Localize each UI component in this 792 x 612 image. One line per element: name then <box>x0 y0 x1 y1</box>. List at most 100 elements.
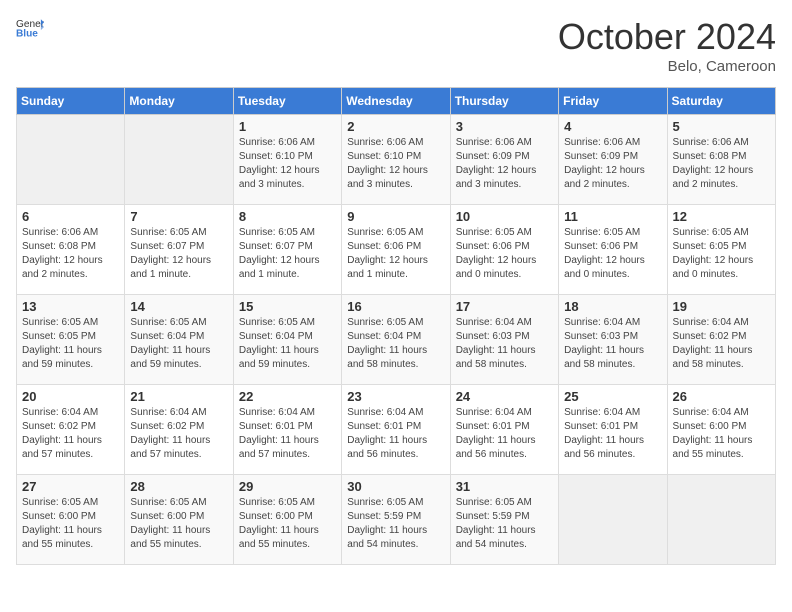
day-info: Sunrise: 6:05 AM Sunset: 5:59 PM Dayligh… <box>456 496 553 552</box>
day-info: Sunrise: 6:04 AM Sunset: 6:02 PM Dayligh… <box>673 316 770 372</box>
day-cell: 31 Sunrise: 6:05 AM Sunset: 5:59 PM Dayli… <box>450 475 558 565</box>
day-number: 22 <box>239 389 336 404</box>
weekday-header-monday: Monday <box>125 88 233 115</box>
day-number: 25 <box>564 389 661 404</box>
week-row-5: 27 Sunrise: 6:05 AM Sunset: 6:00 PM Dayli… <box>17 475 776 565</box>
day-info: Sunrise: 6:06 AM Sunset: 6:08 PM Dayligh… <box>673 136 770 192</box>
day-cell: 19 Sunrise: 6:04 AM Sunset: 6:02 PM Dayli… <box>667 295 775 385</box>
day-number: 17 <box>456 299 553 314</box>
day-cell: 27Sunrise: 6:05 AM Sunset: 6:00 PM Dayli… <box>17 475 125 565</box>
day-cell: 15 Sunrise: 6:05 AM Sunset: 6:04 PM Dayli… <box>233 295 341 385</box>
week-row-3: 13 Sunrise: 6:05 AM Sunset: 6:05 PM Dayli… <box>17 295 776 385</box>
day-info: Sunrise: 6:05 AM Sunset: 6:06 PM Dayligh… <box>456 226 553 282</box>
weekday-header-tuesday: Tuesday <box>233 88 341 115</box>
day-cell: 13 Sunrise: 6:05 AM Sunset: 6:05 PM Dayli… <box>17 295 125 385</box>
day-info: Sunrise: 6:05 AM Sunset: 6:04 PM Dayligh… <box>130 316 227 372</box>
day-cell: 17Sunrise: 6:04 AM Sunset: 6:03 PM Dayli… <box>450 295 558 385</box>
day-info: Sunrise: 6:06 AM Sunset: 6:10 PM Dayligh… <box>347 136 444 192</box>
day-number: 1 <box>239 119 336 134</box>
logo: General Blue <box>16 16 44 38</box>
day-info: Sunrise: 6:04 AM Sunset: 6:01 PM Dayligh… <box>239 406 336 462</box>
day-cell: 3 Sunrise: 6:06 AM Sunset: 6:09 PM Daylig… <box>450 115 558 205</box>
day-cell: 16 Sunrise: 6:05 AM Sunset: 6:04 PM Dayli… <box>342 295 450 385</box>
day-cell: 6 Sunrise: 6:06 AM Sunset: 6:08 PM Daylig… <box>17 205 125 295</box>
day-cell: 29Sunrise: 6:05 AM Sunset: 6:00 PM Dayli… <box>233 475 341 565</box>
day-info: Sunrise: 6:04 AM Sunset: 6:01 PM Dayligh… <box>564 406 661 462</box>
day-number: 7 <box>130 209 227 224</box>
day-cell: 18 Sunrise: 6:04 AM Sunset: 6:03 PM Dayli… <box>559 295 667 385</box>
day-cell: 12Sunrise: 6:05 AM Sunset: 6:05 PM Dayli… <box>667 205 775 295</box>
day-info: Sunrise: 6:05 AM Sunset: 6:06 PM Dayligh… <box>564 226 661 282</box>
weekday-header-saturday: Saturday <box>667 88 775 115</box>
day-number: 11 <box>564 209 661 224</box>
day-cell: 20 Sunrise: 6:04 AM Sunset: 6:02 PM Dayli… <box>17 385 125 475</box>
day-info: Sunrise: 6:05 AM Sunset: 6:07 PM Dayligh… <box>239 226 336 282</box>
day-number: 12 <box>673 209 770 224</box>
logo-icon: General Blue <box>16 16 44 38</box>
day-cell: 23 Sunrise: 6:04 AM Sunset: 6:01 PM Dayli… <box>342 385 450 475</box>
day-number: 23 <box>347 389 444 404</box>
day-cell <box>17 115 125 205</box>
day-number: 4 <box>564 119 661 134</box>
day-number: 16 <box>347 299 444 314</box>
day-info: Sunrise: 6:04 AM Sunset: 6:03 PM Dayligh… <box>564 316 661 372</box>
day-cell: 11 Sunrise: 6:05 AM Sunset: 6:06 PM Dayli… <box>559 205 667 295</box>
day-number: 31 <box>456 479 553 494</box>
day-number: 6 <box>22 209 119 224</box>
day-cell: 10Sunrise: 6:05 AM Sunset: 6:06 PM Dayli… <box>450 205 558 295</box>
weekday-header-row: SundayMondayTuesdayWednesdayThursdayFrid… <box>17 88 776 115</box>
day-number: 19 <box>673 299 770 314</box>
day-cell: 22 Sunrise: 6:04 AM Sunset: 6:01 PM Dayli… <box>233 385 341 475</box>
day-cell: 7Sunrise: 6:05 AM Sunset: 6:07 PM Daylig… <box>125 205 233 295</box>
weekday-header-friday: Friday <box>559 88 667 115</box>
day-info: Sunrise: 6:05 AM Sunset: 6:04 PM Dayligh… <box>239 316 336 372</box>
day-info: Sunrise: 6:04 AM Sunset: 6:01 PM Dayligh… <box>456 406 553 462</box>
day-info: Sunrise: 6:06 AM Sunset: 6:09 PM Dayligh… <box>564 136 661 192</box>
day-cell: 14 Sunrise: 6:05 AM Sunset: 6:04 PM Dayli… <box>125 295 233 385</box>
day-cell: 5Sunrise: 6:06 AM Sunset: 6:08 PM Daylig… <box>667 115 775 205</box>
day-number: 26 <box>673 389 770 404</box>
week-row-2: 6 Sunrise: 6:06 AM Sunset: 6:08 PM Daylig… <box>17 205 776 295</box>
day-info: Sunrise: 6:06 AM Sunset: 6:09 PM Dayligh… <box>456 136 553 192</box>
day-number: 15 <box>239 299 336 314</box>
week-row-4: 20 Sunrise: 6:04 AM Sunset: 6:02 PM Dayli… <box>17 385 776 475</box>
day-info: Sunrise: 6:05 AM Sunset: 6:00 PM Dayligh… <box>130 496 227 552</box>
page-header: General Blue October 2024 Belo, Cameroon <box>16 16 776 75</box>
day-cell: 8Sunrise: 6:05 AM Sunset: 6:07 PM Daylig… <box>233 205 341 295</box>
day-cell <box>667 475 775 565</box>
day-number: 30 <box>347 479 444 494</box>
day-cell: 28 Sunrise: 6:05 AM Sunset: 6:00 PM Dayli… <box>125 475 233 565</box>
day-cell: 21Sunrise: 6:04 AM Sunset: 6:02 PM Dayli… <box>125 385 233 475</box>
week-row-1: 1 Sunrise: 6:06 AM Sunset: 6:10 PM Daylig… <box>17 115 776 205</box>
weekday-header-wednesday: Wednesday <box>342 88 450 115</box>
weekday-header-sunday: Sunday <box>17 88 125 115</box>
svg-text:Blue: Blue <box>16 28 38 38</box>
day-number: 28 <box>130 479 227 494</box>
day-cell: 30Sunrise: 6:05 AM Sunset: 5:59 PM Dayli… <box>342 475 450 565</box>
day-number: 27 <box>22 479 119 494</box>
day-number: 14 <box>130 299 227 314</box>
day-cell: 1Sunrise: 6:06 AM Sunset: 6:10 PM Daylig… <box>233 115 341 205</box>
day-number: 29 <box>239 479 336 494</box>
day-number: 13 <box>22 299 119 314</box>
day-number: 9 <box>347 209 444 224</box>
day-cell <box>559 475 667 565</box>
day-number: 21 <box>130 389 227 404</box>
day-cell: 2Sunrise: 6:06 AM Sunset: 6:10 PM Daylig… <box>342 115 450 205</box>
day-info: Sunrise: 6:06 AM Sunset: 6:08 PM Dayligh… <box>22 226 119 282</box>
day-info: Sunrise: 6:04 AM Sunset: 6:02 PM Dayligh… <box>22 406 119 462</box>
day-number: 24 <box>456 389 553 404</box>
day-info: Sunrise: 6:05 AM Sunset: 6:04 PM Dayligh… <box>347 316 444 372</box>
calendar-table: SundayMondayTuesdayWednesdayThursdayFrid… <box>16 87 776 565</box>
day-number: 18 <box>564 299 661 314</box>
title-block: October 2024 Belo, Cameroon <box>558 16 776 75</box>
day-info: Sunrise: 6:05 AM Sunset: 6:06 PM Dayligh… <box>347 226 444 282</box>
month-title: October 2024 <box>558 16 776 58</box>
day-info: Sunrise: 6:05 AM Sunset: 6:05 PM Dayligh… <box>22 316 119 372</box>
day-cell: 24 Sunrise: 6:04 AM Sunset: 6:01 PM Dayli… <box>450 385 558 475</box>
location: Belo, Cameroon <box>558 58 776 75</box>
day-info: Sunrise: 6:04 AM Sunset: 6:01 PM Dayligh… <box>347 406 444 462</box>
day-number: 3 <box>456 119 553 134</box>
day-number: 20 <box>22 389 119 404</box>
weekday-header-thursday: Thursday <box>450 88 558 115</box>
